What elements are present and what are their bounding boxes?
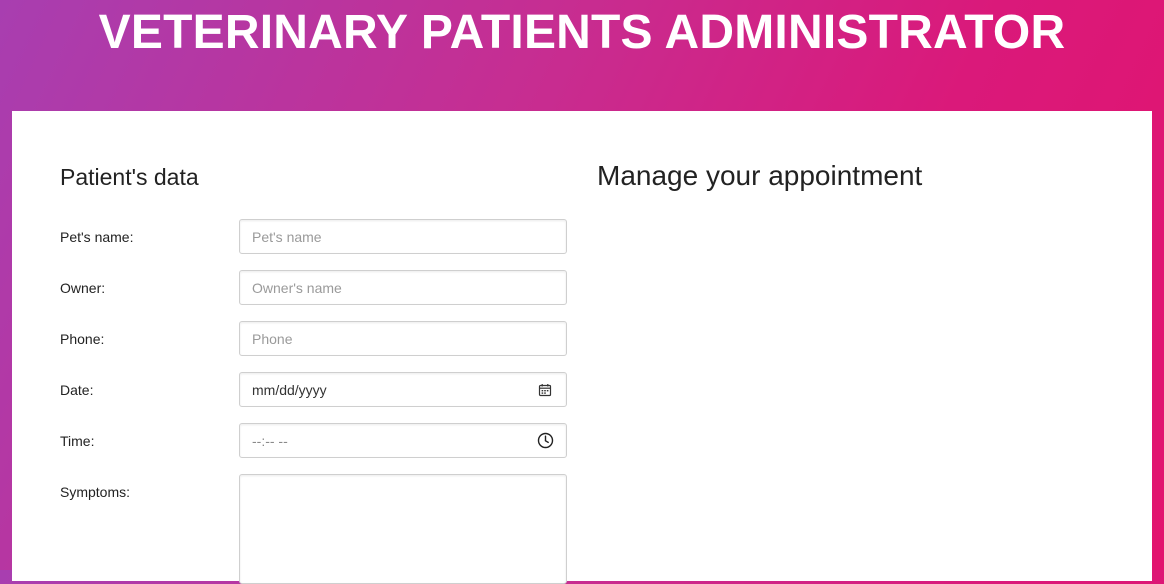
app-title: VETERINARY PATIENTS ADMINISTRATOR (98, 6, 1066, 59)
date-label: Date: (60, 382, 94, 398)
appointments-section-title: Manage your appointment (597, 160, 923, 191)
pet-name-input[interactable] (239, 219, 567, 254)
clock-icon[interactable] (536, 432, 554, 450)
symptoms-textarea[interactable] (239, 474, 567, 584)
phone-input[interactable] (239, 321, 567, 356)
patient-section-title: Patient's data (60, 164, 199, 190)
date-input-value: mm/dd/yyyy (252, 381, 327, 398)
time-label: Time: (60, 433, 95, 449)
owner-name-input[interactable] (239, 270, 567, 305)
main-panel: Patient's data Pet's name: Owner: Phone:… (12, 111, 1152, 584)
pet-name-label: Pet's name: (60, 229, 134, 245)
time-input-value: --:-- -- (252, 432, 288, 449)
owner-label: Owner: (60, 280, 106, 296)
time-input[interactable]: --:-- -- (239, 423, 567, 458)
calendar-icon[interactable] (536, 381, 554, 399)
phone-label: Phone: (60, 331, 105, 347)
date-input[interactable]: mm/dd/yyyy (239, 372, 567, 407)
symptoms-label: Symptoms: (60, 484, 131, 500)
